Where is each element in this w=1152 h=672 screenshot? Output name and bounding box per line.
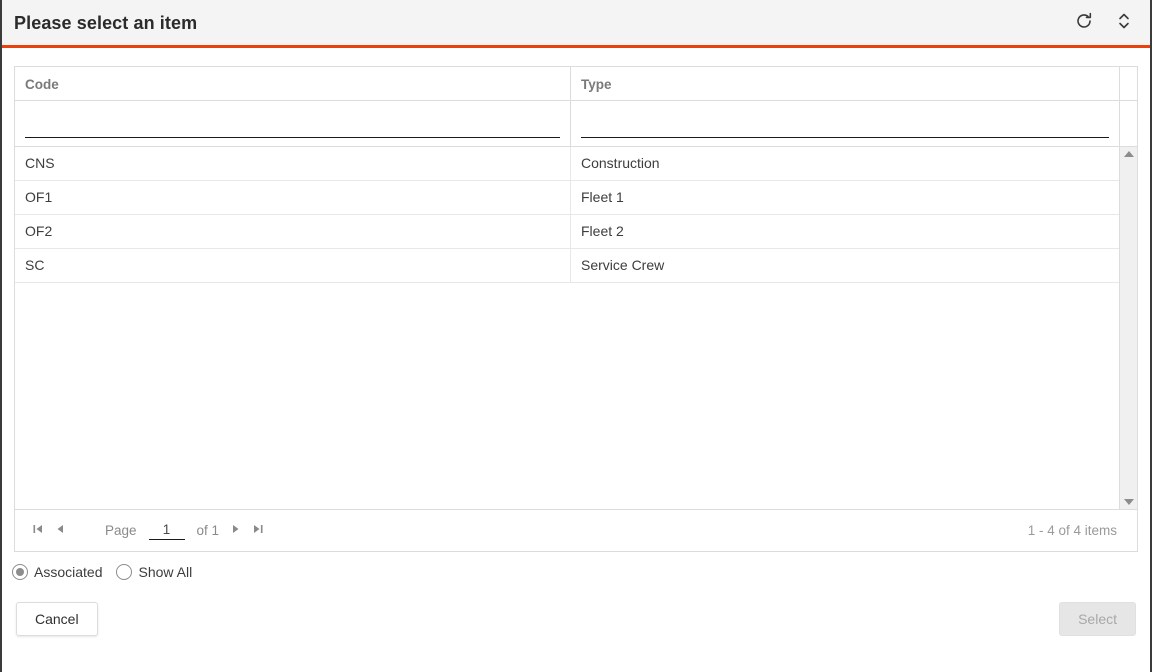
cell-code: CNS xyxy=(25,155,55,171)
pager-page-label: Page xyxy=(105,523,137,538)
grid-vertical-scrollbar[interactable] xyxy=(1119,147,1137,509)
pager-last-button[interactable] xyxy=(247,520,269,542)
select-button[interactable]: Select xyxy=(1059,602,1136,636)
pager-prev-button[interactable] xyxy=(49,520,71,542)
radio-associated[interactable]: Associated xyxy=(12,564,102,580)
pager-first-button[interactable] xyxy=(27,520,49,542)
refresh-button[interactable] xyxy=(1072,11,1096,35)
dialog-title: Please select an item xyxy=(14,12,198,33)
pager-page-input[interactable] xyxy=(148,521,185,540)
refresh-icon xyxy=(1074,11,1094,34)
radio-show-all-label: Show All xyxy=(138,564,193,580)
table-row[interactable]: SC Service Crew xyxy=(15,249,1119,283)
cell-type: Fleet 2 xyxy=(570,215,1119,248)
filter-filler xyxy=(1119,101,1137,146)
column-header-type[interactable]: Type xyxy=(570,67,1119,100)
filter-cell-type xyxy=(570,101,1119,146)
resize-button[interactable] xyxy=(1112,11,1136,35)
cell-code: OF2 xyxy=(25,223,53,239)
dialog-footer: Cancel Select xyxy=(2,580,1150,672)
prev-page-icon xyxy=(53,522,67,539)
next-page-icon xyxy=(229,522,243,539)
header-filler xyxy=(1119,67,1137,100)
cell-type: Construction xyxy=(570,147,1119,180)
item-selector-dialog: Please select an item Code Type CNS Cons… xyxy=(0,0,1152,672)
scroll-down-arrow-icon[interactable] xyxy=(1123,499,1134,505)
column-header-code[interactable]: Code xyxy=(15,67,570,100)
cancel-button[interactable]: Cancel xyxy=(16,602,98,636)
pager-of-label: of 1 xyxy=(196,523,220,538)
grid-body-wrapper: CNS Construction OF1 Fleet 1 OF2 Fleet 2… xyxy=(15,147,1137,509)
pager-next-button[interactable] xyxy=(225,520,247,542)
scope-filter-options: Associated Show All xyxy=(2,552,1150,580)
grid-filter-row xyxy=(15,101,1137,147)
radio-selected-icon xyxy=(12,564,28,580)
filter-input-code[interactable] xyxy=(25,116,560,138)
cell-code: OF1 xyxy=(25,189,53,205)
table-row[interactable]: OF2 Fleet 2 xyxy=(15,215,1119,249)
grid-header-row: Code Type xyxy=(15,67,1137,101)
radio-show-all[interactable]: Show All xyxy=(116,564,192,580)
cell-code: SC xyxy=(25,257,45,273)
table-row[interactable]: OF1 Fleet 1 xyxy=(15,181,1119,215)
pager-item-count: 1 - 4 of 4 items xyxy=(1027,523,1117,538)
table-row[interactable]: CNS Construction xyxy=(15,147,1119,181)
dialog-titlebar: Please select an item xyxy=(2,0,1150,48)
last-page-icon xyxy=(251,522,265,539)
cell-type: Service Crew xyxy=(570,249,1119,282)
radio-unselected-icon xyxy=(116,564,133,580)
titlebar-actions xyxy=(1072,11,1136,35)
scroll-up-arrow-icon[interactable] xyxy=(1123,151,1134,157)
cell-type: Fleet 1 xyxy=(570,181,1119,214)
grid-pager: Page of 1 1 - 4 of 4 item xyxy=(15,509,1137,551)
first-page-icon xyxy=(31,522,45,539)
grid-body: CNS Construction OF1 Fleet 1 OF2 Fleet 2… xyxy=(15,147,1119,509)
filter-cell-code xyxy=(15,101,570,146)
radio-associated-label: Associated xyxy=(34,564,103,580)
filter-input-type[interactable] xyxy=(581,116,1109,138)
chevron-up-down-icon xyxy=(1116,10,1132,35)
items-grid: Code Type CNS Construction OF1 Fleet 1 O… xyxy=(14,66,1138,552)
